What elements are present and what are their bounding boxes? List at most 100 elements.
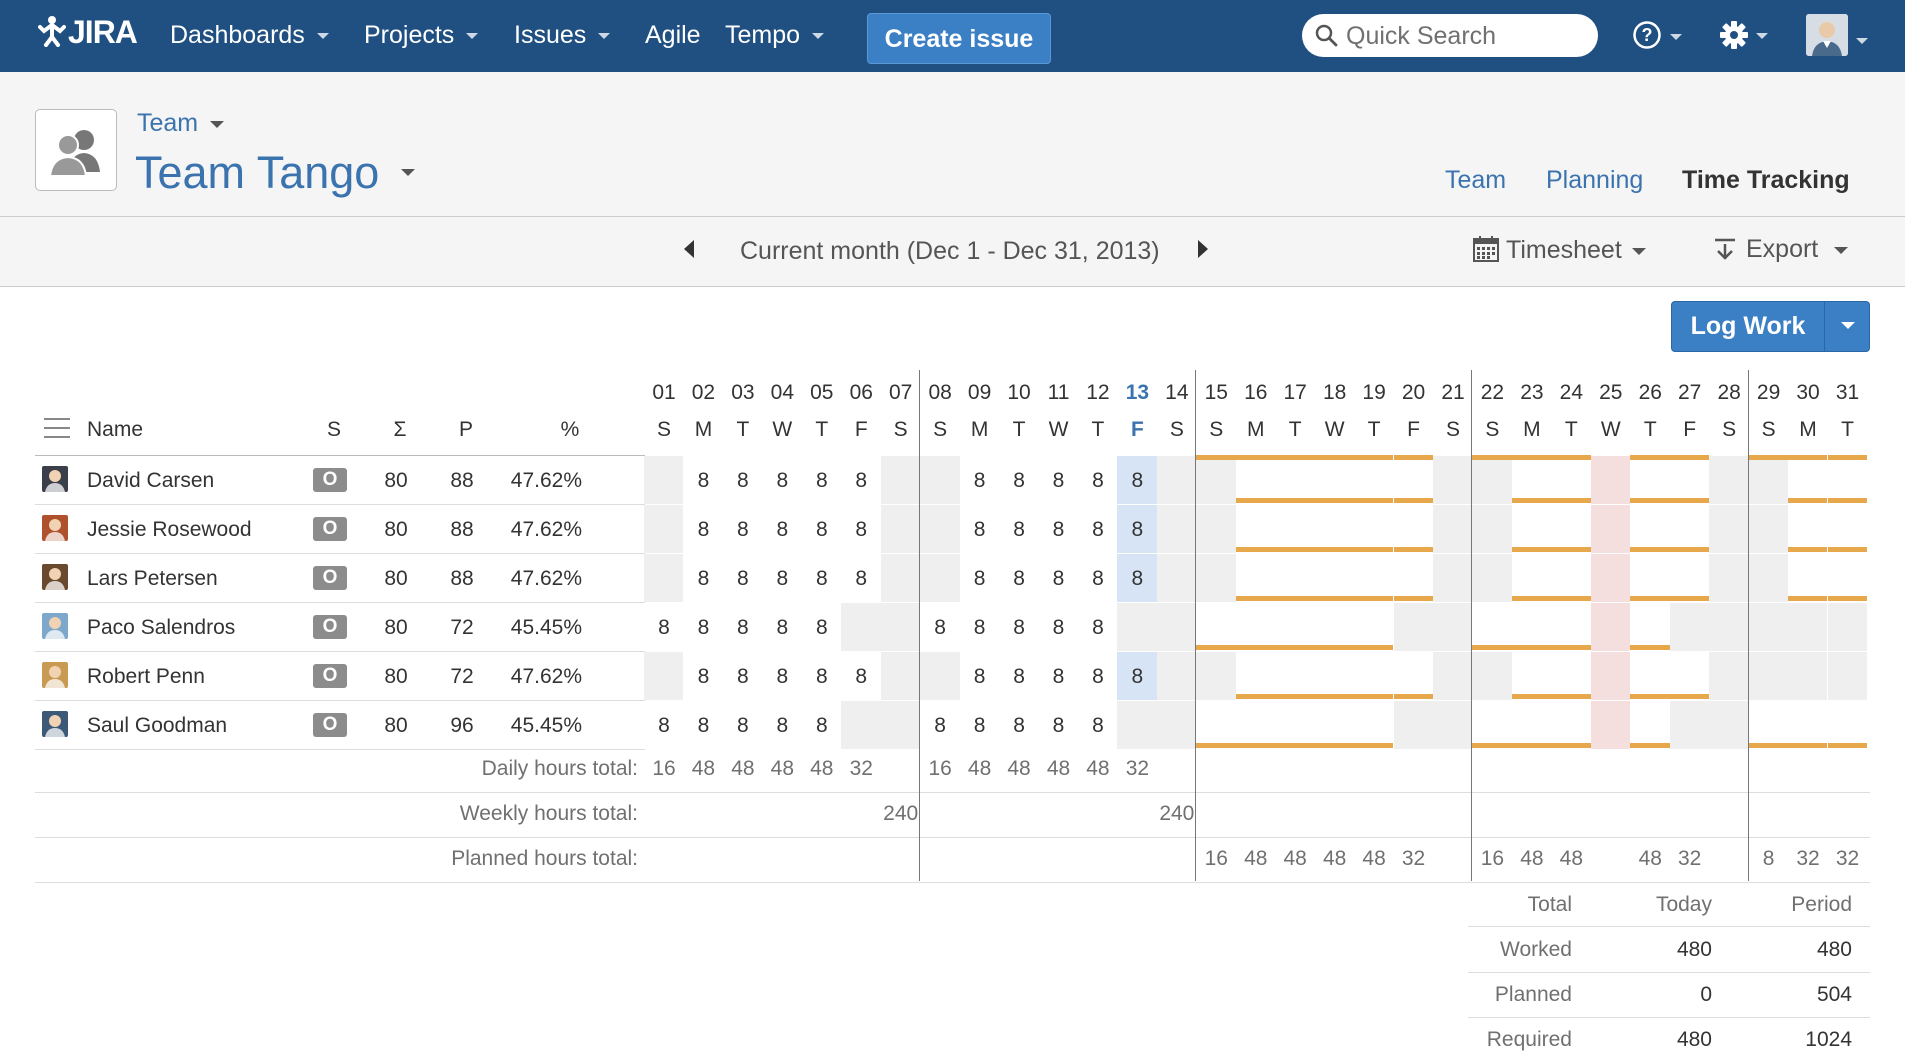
column-header-status[interactable]: S: [324, 418, 344, 442]
hours-cell[interactable]: 8: [802, 469, 842, 493]
status-badge[interactable]: O: [313, 468, 347, 492]
hours-cell[interactable]: 8: [841, 469, 881, 493]
hours-cell[interactable]: 8: [960, 469, 1000, 493]
period-label[interactable]: Current month (Dec 1 - Dec 31, 2013): [740, 237, 1160, 266]
hours-cell[interactable]: 8: [1039, 714, 1079, 738]
help-menu[interactable]: ?: [1632, 20, 1682, 55]
hours-cell[interactable]: 8: [1078, 616, 1118, 640]
hours-cell[interactable]: 8: [999, 665, 1039, 689]
user-avatar[interactable]: [1806, 14, 1848, 56]
hours-cell[interactable]: 8: [683, 567, 723, 591]
timesheet-dropdown[interactable]: Timesheet: [1472, 235, 1646, 265]
member-name[interactable]: Jessie Rosewood: [87, 518, 252, 542]
hours-cell[interactable]: 8: [999, 714, 1039, 738]
hours-cell[interactable]: 8: [802, 567, 842, 591]
hours-cell[interactable]: 8: [1039, 567, 1079, 591]
hours-cell[interactable]: 8: [802, 616, 842, 640]
log-work-button[interactable]: Log Work: [1671, 301, 1870, 352]
hours-cell[interactable]: 8: [1117, 469, 1157, 493]
hours-cell[interactable]: 8: [683, 518, 723, 542]
status-badge[interactable]: O: [313, 566, 347, 590]
status-badge[interactable]: O: [313, 517, 347, 541]
hours-cell[interactable]: 8: [762, 567, 802, 591]
hours-cell[interactable]: 8: [723, 665, 763, 689]
jira-logo[interactable]: JIRA: [38, 14, 138, 51]
hours-cell[interactable]: 8: [960, 518, 1000, 542]
hours-cell[interactable]: 8: [1039, 616, 1079, 640]
nav-agile[interactable]: Agile: [645, 21, 701, 50]
nav-tempo[interactable]: Tempo: [725, 21, 825, 50]
hours-cell[interactable]: 8: [999, 469, 1039, 493]
hours-cell[interactable]: 8: [1078, 567, 1118, 591]
status-badge[interactable]: O: [313, 615, 347, 639]
hours-cell[interactable]: 8: [683, 616, 723, 640]
hours-cell[interactable]: 8: [723, 567, 763, 591]
hours-cell[interactable]: 8: [841, 665, 881, 689]
column-header-name[interactable]: Name: [87, 418, 143, 442]
hours-cell[interactable]: 8: [1078, 665, 1118, 689]
log-work-label[interactable]: Log Work: [1672, 302, 1824, 351]
hours-cell[interactable]: 8: [1117, 518, 1157, 542]
column-header-sum[interactable]: Σ: [390, 418, 410, 442]
next-period-icon[interactable]: [1198, 240, 1208, 258]
hours-cell[interactable]: 8: [999, 518, 1039, 542]
hours-cell[interactable]: 8: [762, 469, 802, 493]
hours-cell[interactable]: 8: [683, 714, 723, 738]
hours-cell[interactable]: 8: [960, 665, 1000, 689]
hours-cell[interactable]: 8: [723, 616, 763, 640]
hours-cell[interactable]: 8: [999, 567, 1039, 591]
member-name[interactable]: Lars Petersen: [87, 567, 218, 591]
nav-dashboards[interactable]: Dashboards: [170, 21, 329, 50]
team-breadcrumb[interactable]: Team: [137, 109, 225, 138]
hours-cell[interactable]: 8: [762, 714, 802, 738]
hours-cell[interactable]: 8: [762, 616, 802, 640]
column-header-planned[interactable]: P: [456, 418, 476, 442]
hours-cell[interactable]: 8: [920, 714, 960, 738]
hours-cell[interactable]: 8: [802, 665, 842, 689]
hours-cell[interactable]: 8: [1078, 469, 1118, 493]
hours-cell[interactable]: 8: [960, 616, 1000, 640]
hours-cell[interactable]: 8: [644, 616, 684, 640]
hours-cell[interactable]: 8: [683, 665, 723, 689]
user-menu-caret[interactable]: [1856, 32, 1868, 50]
settings-menu[interactable]: [1718, 19, 1768, 56]
page-title[interactable]: Team Tango: [135, 147, 416, 199]
tab-team[interactable]: Team: [1445, 166, 1506, 195]
hours-cell[interactable]: 8: [762, 518, 802, 542]
hours-cell[interactable]: 8: [723, 469, 763, 493]
hours-cell[interactable]: 8: [1117, 665, 1157, 689]
hours-cell[interactable]: 8: [1039, 518, 1079, 542]
status-badge[interactable]: O: [313, 664, 347, 688]
tab-planning[interactable]: Planning: [1546, 166, 1643, 195]
hours-cell[interactable]: 8: [841, 518, 881, 542]
hours-cell[interactable]: 8: [960, 567, 1000, 591]
hours-cell[interactable]: 8: [1039, 469, 1079, 493]
member-name[interactable]: David Carsen: [87, 469, 214, 493]
nav-issues[interactable]: Issues: [514, 21, 611, 50]
hours-cell[interactable]: 8: [1078, 518, 1118, 542]
hours-cell[interactable]: 8: [841, 567, 881, 591]
hours-cell[interactable]: 8: [960, 714, 1000, 738]
member-name[interactable]: Paco Salendros: [87, 616, 235, 640]
quick-search-input[interactable]: [1344, 14, 1588, 59]
previous-period-icon[interactable]: [684, 240, 694, 258]
hours-cell[interactable]: 8: [1117, 567, 1157, 591]
hours-cell[interactable]: 8: [762, 665, 802, 689]
hours-cell[interactable]: 8: [920, 616, 960, 640]
create-issue-button[interactable]: Create issue: [867, 13, 1051, 64]
tab-time-tracking[interactable]: Time Tracking: [1682, 166, 1850, 195]
export-dropdown[interactable]: Export: [1712, 235, 1849, 264]
hours-cell[interactable]: 8: [723, 714, 763, 738]
hours-cell[interactable]: 8: [1078, 714, 1118, 738]
nav-projects[interactable]: Projects: [364, 21, 479, 50]
column-header-percent[interactable]: %: [560, 418, 580, 442]
hours-cell[interactable]: 8: [723, 518, 763, 542]
log-work-menu-toggle[interactable]: [1824, 302, 1871, 351]
hours-cell[interactable]: 8: [683, 469, 723, 493]
hours-cell[interactable]: 8: [802, 518, 842, 542]
hours-cell[interactable]: 8: [1039, 665, 1079, 689]
member-name[interactable]: Robert Penn: [87, 665, 205, 689]
quick-search[interactable]: [1302, 14, 1598, 59]
hours-cell[interactable]: 8: [999, 616, 1039, 640]
hours-cell[interactable]: 8: [802, 714, 842, 738]
